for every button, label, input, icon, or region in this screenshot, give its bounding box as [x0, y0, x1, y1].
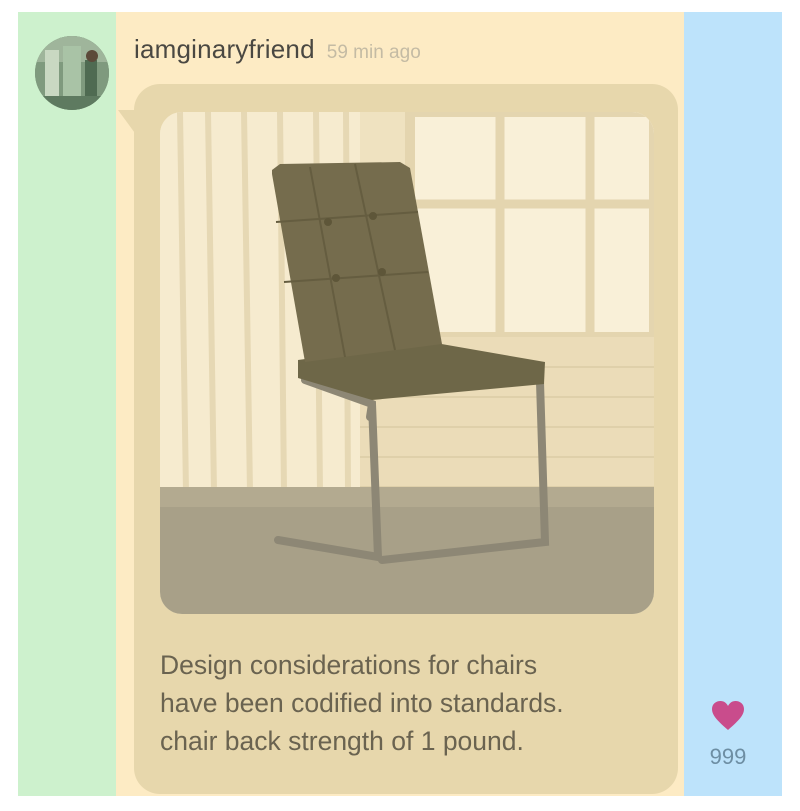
post-header: iamginaryfriend 59 min ago — [134, 34, 421, 74]
caption-line: chair back strength of 1 pound. — [160, 726, 524, 756]
avatar[interactable] — [35, 36, 109, 110]
post-row: iamginaryfriend 59 min ago Design consid… — [0, 0, 800, 811]
avatar-image — [35, 36, 109, 110]
caption-line: have been codified into standards. — [160, 688, 564, 718]
heart-icon[interactable] — [711, 700, 745, 732]
post-caption: Design considerations for chairs have be… — [160, 646, 660, 760]
username[interactable]: iamginaryfriend — [134, 34, 315, 65]
chair-photo — [160, 112, 654, 614]
post-image[interactable] — [160, 112, 654, 614]
avatar-column — [18, 12, 116, 796]
actions-column — [684, 12, 782, 796]
timestamp: 59 min ago — [326, 42, 421, 63]
caption-line: Design considerations for chairs — [160, 650, 538, 680]
likes-count: 999 — [709, 744, 747, 769]
